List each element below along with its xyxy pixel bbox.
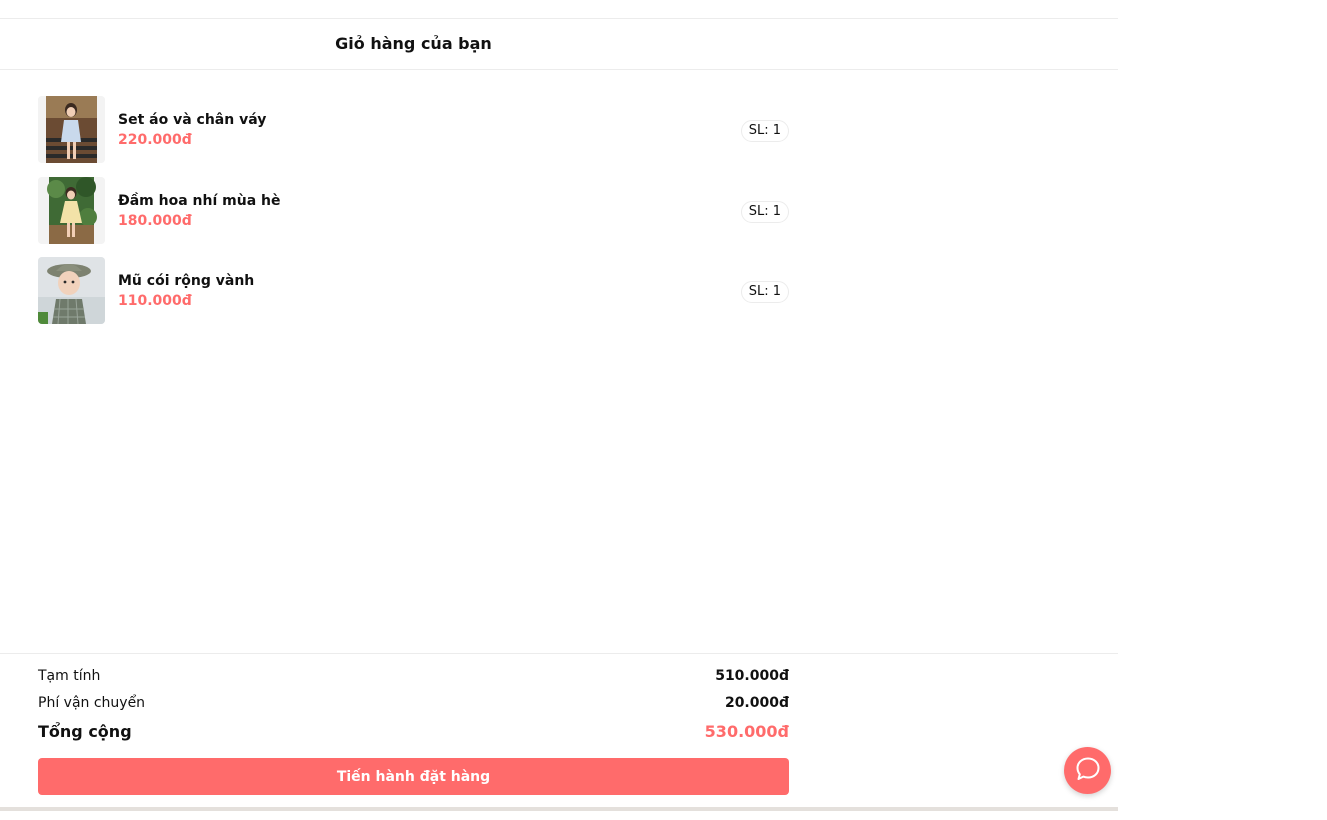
cart-item[interactable]: Set áo và chân váy 220.000đ SL: 1 (38, 96, 789, 163)
product-image (38, 176, 105, 244)
bottom-divider (0, 807, 1118, 811)
order-summary: Tạm tính 510.000đ Phí vận chuyển 20.000đ… (0, 653, 1118, 810)
product-price: 110.000đ (118, 293, 192, 309)
total-label: Tổng cộng (38, 722, 132, 741)
shipping-value: 20.000đ (724, 695, 789, 711)
product-image (38, 257, 105, 324)
chat-bubble-icon (1074, 755, 1102, 787)
quantity-badge: SL: 1 (740, 200, 789, 223)
subtotal-value: 510.000đ (715, 668, 789, 684)
subtotal-label: Tạm tính (38, 668, 101, 684)
total-value: 530.000đ (704, 722, 789, 741)
quantity-badge: SL: 1 (740, 281, 789, 303)
quantity-badge: SL: 1 (740, 120, 789, 142)
shipping-label: Phí vận chuyển (38, 695, 146, 711)
page-title: Giỏ hàng của bạn (335, 34, 492, 53)
product-price: 180.000đ (118, 212, 192, 229)
cart-header: Giỏ hàng của bạn (0, 19, 1118, 70)
product-price: 220.000đ (118, 132, 192, 148)
chat-button[interactable] (1064, 747, 1111, 794)
cart-item[interactable]: Mũ cói rộng vành 110.000đ SL: 1 (38, 257, 789, 324)
checkout-button[interactable]: Tiến hành đặt hàng (38, 758, 789, 795)
product-image (38, 96, 105, 163)
product-name[interactable]: Đầm hoa nhí mùa hè (118, 193, 281, 209)
subtotal-row: Tạm tính 510.000đ (38, 668, 789, 684)
product-name[interactable]: Set áo và chân váy (118, 112, 266, 128)
total-row: Tổng cộng 530.000đ (38, 722, 789, 741)
cart-page: Giỏ hàng của bạn Set áo và chân váy 220.… (0, 0, 1118, 820)
cart-item-list: Set áo và chân váy 220.000đ SL: 1 Đầm ho… (38, 96, 789, 338)
shipping-row: Phí vận chuyển 20.000đ (38, 695, 789, 711)
cart-item[interactable]: Đầm hoa nhí mùa hè 180.000đ SL: 1 (38, 176, 789, 244)
product-name[interactable]: Mũ cói rộng vành (118, 273, 254, 289)
